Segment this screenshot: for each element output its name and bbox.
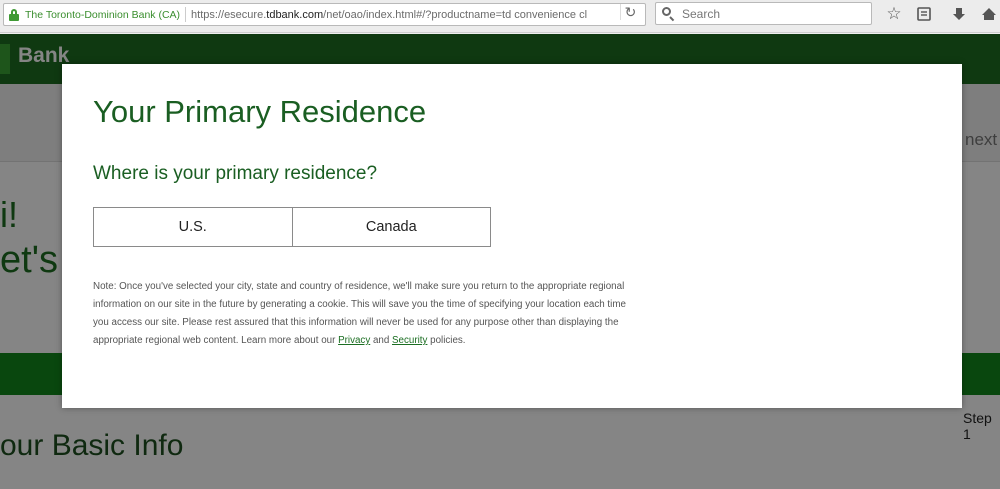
url-bar[interactable]: The Toronto-Dominion Bank (CA) https://e… (3, 3, 646, 26)
residence-question: Where is your primary residence? (93, 163, 378, 184)
privacy-link[interactable]: Privacy (338, 335, 370, 346)
canada-option-button[interactable]: Canada (291, 208, 490, 246)
site-identity[interactable]: The Toronto-Dominion Bank (CA) (25, 9, 180, 21)
reading-list-icon[interactable] (913, 4, 935, 24)
search-placeholder: Search (682, 6, 721, 21)
modal-title: Your Primary Residence (93, 94, 427, 129)
download-icon[interactable] (948, 4, 970, 24)
browser-toolbar: The Toronto-Dominion Bank (CA) https://e… (0, 0, 1000, 33)
search-input[interactable]: Search (655, 2, 872, 25)
home-icon[interactable] (978, 4, 1000, 24)
url-separator (185, 7, 187, 22)
security-link[interactable]: Security (392, 335, 427, 346)
residence-modal: Your Primary Residence Where is your pri… (62, 64, 962, 408)
reload-icon[interactable]: ↻ (620, 4, 640, 20)
search-icon (662, 7, 675, 22)
url-text[interactable]: https://esecure.tdbank.com/net/oao/index… (191, 9, 645, 21)
us-option-button[interactable]: U.S. (94, 208, 292, 246)
cookie-note: Note: Once you've selected your city, st… (93, 281, 626, 346)
residence-options: U.S. Canada (93, 207, 491, 247)
lock-icon (9, 8, 19, 21)
bookmark-star-icon[interactable]: ☆ (883, 4, 905, 24)
